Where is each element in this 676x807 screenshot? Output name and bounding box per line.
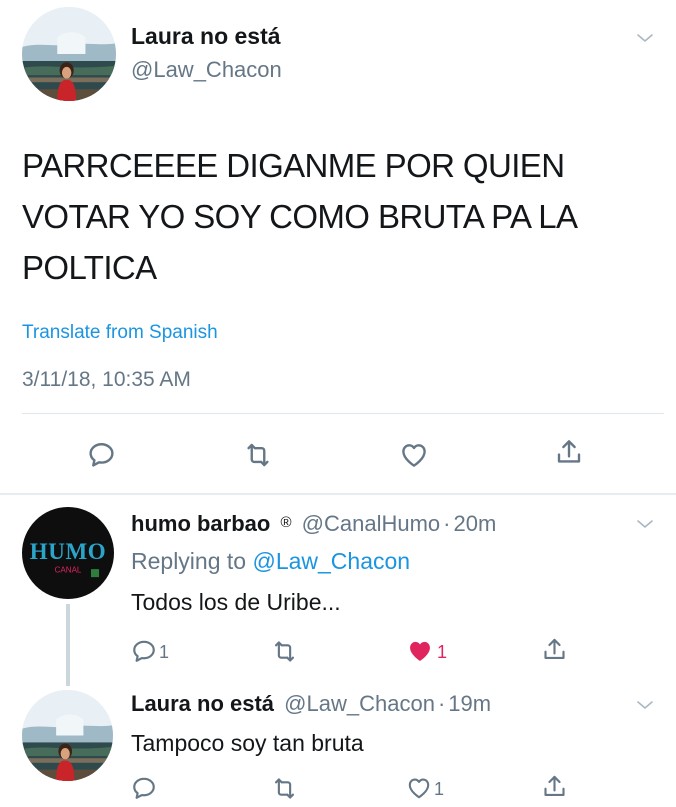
- main-display-name[interactable]: Laura no está: [131, 22, 281, 50]
- display-name[interactable]: Laura no está: [131, 691, 274, 716]
- reply-icon[interactable]: [131, 775, 157, 801]
- dot-separator: ·: [443, 511, 451, 536]
- divider: [22, 413, 664, 414]
- avatar[interactable]: [22, 690, 113, 781]
- dot-separator: ·: [437, 691, 446, 716]
- divider: [0, 493, 676, 495]
- replying-prefix: Replying to: [131, 548, 247, 574]
- heart-filled-icon[interactable]: [406, 637, 434, 665]
- reply-text: Todos los de Uribe...: [131, 589, 341, 615]
- translate-link[interactable]: Translate from Spanish: [22, 321, 218, 345]
- like-count: 1: [434, 779, 445, 799]
- handle[interactable]: @CanalHumo: [302, 511, 441, 536]
- share-icon[interactable]: [541, 636, 568, 663]
- tweet-text-line: VOTAR YO SOY COMO BRUTA PA LA: [22, 198, 578, 235]
- thread-line: [66, 604, 70, 686]
- reply-icon[interactable]: [87, 440, 116, 469]
- replying-handle[interactable]: @Law_Chacon: [252, 548, 410, 574]
- reply-header: Laura no está @Law_Chacon · 19m: [131, 690, 491, 718]
- registered-mark: ®: [280, 514, 292, 531]
- chevron-down-icon[interactable]: [633, 512, 657, 536]
- share-icon[interactable]: [554, 437, 584, 467]
- reply-icon[interactable]: [131, 638, 157, 664]
- like-icon[interactable]: [406, 775, 432, 801]
- share-icon[interactable]: [541, 773, 568, 800]
- time[interactable]: 20m: [453, 511, 496, 536]
- reply-count: 1: [159, 642, 170, 662]
- replying-to: Replying to @Law_Chacon: [131, 546, 410, 576]
- tweet-text-line: POLTICA: [22, 249, 157, 286]
- tweet-text: PARRCEEEE DIGANME POR QUIEN VOTAR YO SOY…: [22, 140, 578, 293]
- handle[interactable]: @Law_Chacon: [284, 691, 435, 716]
- retweet-icon[interactable]: [271, 638, 298, 665]
- chevron-down-icon[interactable]: [633, 693, 657, 717]
- retweet-icon[interactable]: [243, 440, 273, 470]
- retweet-icon[interactable]: [271, 775, 298, 802]
- chevron-down-icon[interactable]: [633, 26, 657, 50]
- avatar[interactable]: [22, 7, 116, 101]
- like-icon[interactable]: [399, 440, 429, 470]
- timestamp[interactable]: 3/11/18, 10:35 AM: [22, 367, 191, 393]
- tweet-text-line: PARRCEEEE DIGANME POR QUIEN: [22, 147, 565, 184]
- like-count: 1: [437, 642, 448, 662]
- main-handle[interactable]: @Law_Chacon: [131, 57, 282, 83]
- reply-text: Tampoco soy tan bruta: [131, 730, 364, 756]
- reply-header: humo barbao ® @CanalHumo · 20m: [131, 509, 496, 538]
- time[interactable]: 19m: [448, 691, 491, 716]
- display-name[interactable]: humo barbao: [131, 511, 270, 536]
- avatar[interactable]: [22, 507, 114, 599]
